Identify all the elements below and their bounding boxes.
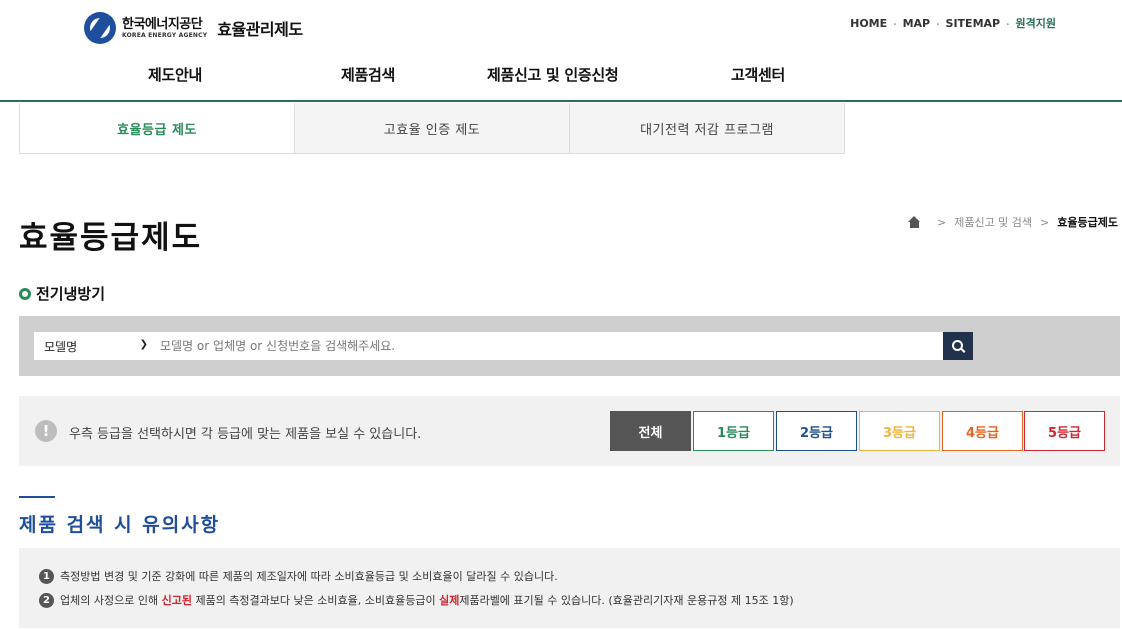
- grade-all-button[interactable]: 전체: [610, 411, 691, 451]
- grade-2-button[interactable]: 2등급: [776, 411, 857, 451]
- sitemap-link[interactable]: SITEMAP: [946, 17, 1001, 30]
- utility-links: HOME . MAP . SITEMAP . 원격지원: [850, 15, 1056, 31]
- tab-high-efficiency[interactable]: 고효율 인증 제도: [294, 103, 569, 153]
- program-tabs: 효율등급 제도 고효율 인증 제도 대기전력 저감 프로그램: [19, 103, 845, 154]
- energy-agency-emblem-icon: [84, 12, 116, 44]
- chevron-down-icon: ❯: [139, 339, 148, 350]
- remote-support-link[interactable]: 원격지원: [1016, 15, 1056, 31]
- page-title: 효율등급제도: [19, 220, 203, 256]
- search-bar: 모델명 ❯: [19, 316, 1120, 376]
- grade-filter-message: 우측 등급을 선택하시면 각 등급에 맞는 제품을 보실 수 있습니다.: [69, 427, 422, 442]
- number-1-icon: 1: [39, 568, 54, 584]
- home-icon[interactable]: [907, 216, 921, 228]
- info-icon: !: [35, 420, 57, 442]
- grade-3-button[interactable]: 3등급: [859, 411, 940, 451]
- logo-english-name: KOREA ENERGY AGENCY: [122, 31, 208, 39]
- notice-text: 업체의 사정으로 인해 신고된 제품의 측정결과보다 낮은 소비효율, 소비효율…: [60, 594, 794, 607]
- grade-filter: ! 우측 등급을 선택하시면 각 등급에 맞는 제품을 보실 수 있습니다. 전…: [19, 396, 1120, 466]
- site-logo[interactable]: 한국에너지공단 KOREA ENERGY AGENCY 효율관리제도: [84, 12, 303, 44]
- notice-text: 측정방법 변경 및 기준 강화에 따른 제품의 제조일자에 따라 소비효율등급 …: [60, 570, 558, 583]
- circle-bullet-icon: [19, 287, 31, 300]
- notice-accent-line: [19, 496, 55, 498]
- number-2-icon: 2: [39, 592, 54, 608]
- nav-system-guide[interactable]: 제도안내: [148, 64, 202, 85]
- category-heading: 전기냉방기: [19, 283, 105, 304]
- nav-product-search[interactable]: 제품검색: [341, 64, 395, 85]
- home-link[interactable]: HOME: [850, 17, 887, 30]
- system-name: 효율관리제도: [217, 20, 303, 39]
- search-button[interactable]: [943, 332, 973, 360]
- breadcrumb: > 제품신고 및 검색 > 효율등급제도: [907, 214, 1118, 230]
- tab-efficiency-grade[interactable]: 효율등급 제도: [20, 103, 294, 153]
- notice-box: 1 측정방법 변경 및 기준 강화에 따른 제품의 제조일자에 따라 소비효율등…: [19, 548, 1120, 628]
- highlight-actual: 실제: [439, 594, 460, 607]
- nav-product-report[interactable]: 제품신고 및 인증신청: [487, 64, 619, 85]
- breadcrumb-current: 효율등급제도: [1057, 216, 1118, 229]
- grade-1-button[interactable]: 1등급: [693, 411, 774, 451]
- category-label: 전기냉방기: [36, 285, 106, 303]
- breadcrumb-item[interactable]: 제품신고 및 검색: [954, 214, 1032, 230]
- map-link[interactable]: MAP: [903, 17, 931, 30]
- notice-title: 제품 검색 시 유의사항: [19, 514, 221, 536]
- grade-4-button[interactable]: 4등급: [942, 411, 1023, 451]
- highlight-reported: 신고된: [161, 594, 192, 607]
- search-type-select[interactable]: 모델명 ❯: [34, 332, 154, 360]
- tab-standby-power[interactable]: 대기전력 저감 프로그램: [569, 103, 844, 153]
- site-header: 한국에너지공단 KOREA ENERGY AGENCY 효율관리제도 HOME …: [0, 0, 1122, 102]
- grade-5-button[interactable]: 5등급: [1024, 411, 1105, 451]
- notice-item: 2 업체의 사정으로 인해 신고된 제품의 측정결과보다 낮은 소비효율, 소비…: [39, 592, 1120, 608]
- search-icon: [951, 339, 963, 351]
- breadcrumb-arrow-icon: >: [936, 215, 947, 229]
- notice-item: 1 측정방법 변경 및 기준 강화에 따른 제품의 제조일자에 따라 소비효율등…: [39, 568, 1120, 584]
- search-input[interactable]: [154, 332, 943, 360]
- nav-customer-center[interactable]: 고객센터: [731, 64, 785, 85]
- breadcrumb-arrow-icon: >: [1040, 215, 1050, 229]
- logo-korean-name: 한국에너지공단: [122, 16, 203, 32]
- search-type-value: 모델명: [44, 339, 78, 354]
